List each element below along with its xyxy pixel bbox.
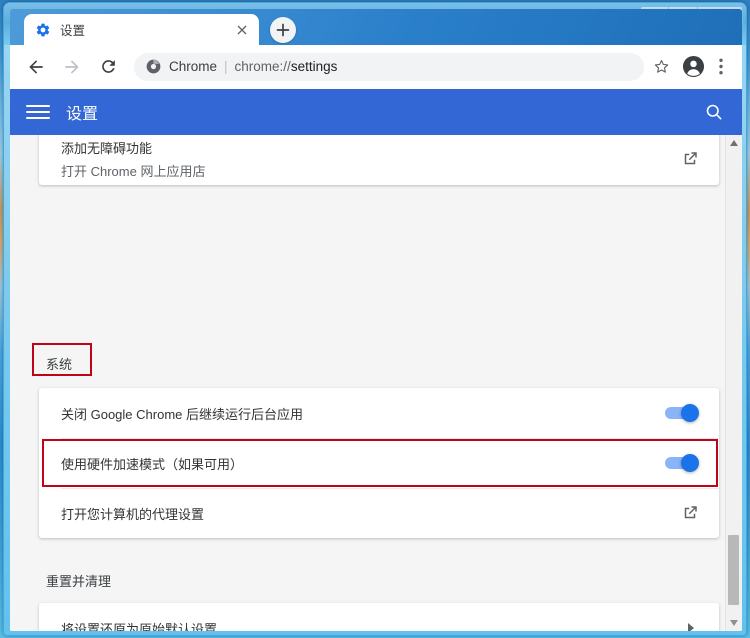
proxy-settings-label: 打开您计算机的代理设置 — [61, 506, 205, 522]
settings-content: 添加无障碍功能 打开 Chrome 网上应用店 系统 关闭 Google Chr… — [10, 135, 742, 631]
system-section-title: 系统 — [46, 357, 73, 372]
omnibox-separator: | — [224, 59, 228, 74]
vertical-scrollbar[interactable] — [725, 135, 742, 631]
background-apps-toggle[interactable] — [665, 404, 699, 422]
address-bar[interactable]: Chrome | chrome://settings — [134, 52, 644, 81]
new-tab-button[interactable] — [270, 17, 296, 43]
hardware-acceleration-row[interactable]: 使用硬件加速模式（如果可用） — [39, 438, 719, 488]
scrollbar-thumb[interactable] — [728, 535, 739, 605]
omnibox-url[interactable]: chrome://settings — [235, 59, 638, 74]
system-card: 关闭 Google Chrome 后继续运行后台应用 使用硬件加速模式（如果可用… — [39, 388, 719, 538]
restore-defaults-row[interactable]: 将设置还原为原始默认设置 — [39, 603, 719, 631]
close-icon[interactable] — [233, 21, 251, 39]
external-link-icon[interactable] — [681, 150, 699, 168]
accessibility-card: 添加无障碍功能 打开 Chrome 网上应用店 — [39, 135, 719, 185]
tab-strip: 设置 — [10, 9, 742, 45]
reset-card: 将设置还原为原始默认设置 清理计算机 — [39, 603, 719, 631]
hardware-acceleration-label: 使用硬件加速模式（如果可用） — [61, 456, 244, 472]
reset-section-title: 重置并清理 — [46, 574, 112, 589]
page-title: 设置 — [66, 106, 99, 123]
browser-toolbar: Chrome | chrome://settings — [10, 45, 742, 89]
gear-icon — [35, 22, 51, 38]
accessibility-row-sublabel: 打开 Chrome 网上应用店 — [61, 164, 206, 179]
external-link-icon[interactable] — [681, 504, 699, 522]
profile-avatar-icon[interactable] — [680, 54, 706, 80]
tab-title: 设置 — [60, 24, 86, 38]
background-apps-label: 关闭 Google Chrome 后继续运行后台应用 — [61, 406, 303, 422]
scroll-down-arrow-icon[interactable] — [726, 615, 741, 631]
forward-arrow-icon — [58, 53, 86, 81]
settings-header: 设置 — [10, 89, 742, 135]
search-icon[interactable] — [702, 100, 726, 124]
back-arrow-icon[interactable] — [22, 53, 50, 81]
scroll-up-arrow-icon[interactable] — [726, 135, 741, 151]
url-path: settings — [290, 59, 338, 74]
proxy-settings-row[interactable]: 打开您计算机的代理设置 — [39, 488, 719, 538]
reload-icon[interactable] — [94, 53, 122, 81]
restore-defaults-label: 将设置还原为原始默认设置 — [61, 621, 218, 632]
hardware-acceleration-toggle[interactable] — [665, 454, 699, 472]
three-dot-menu-icon[interactable] — [710, 54, 732, 80]
tab-settings[interactable]: 设置 — [24, 14, 259, 45]
chrome-logo-icon — [146, 59, 161, 74]
chevron-right-icon[interactable] — [683, 620, 699, 631]
accessibility-row-label: 添加无障碍功能 — [61, 141, 153, 156]
background-apps-row[interactable]: 关闭 Google Chrome 后继续运行后台应用 — [39, 388, 719, 438]
accessibility-row[interactable]: 添加无障碍功能 打开 Chrome 网上应用店 — [39, 135, 719, 185]
url-scheme: chrome:// — [234, 59, 291, 74]
bookmark-star-icon[interactable] — [650, 56, 672, 78]
chrome-browser: 设置 Chrome | chrome://settings 设置 添加无障碍功能… — [10, 9, 742, 631]
hamburger-menu-icon[interactable] — [26, 100, 50, 124]
browser-window: 设置 Chrome | chrome://settings 设置 添加无障碍功能… — [3, 2, 747, 636]
security-chip-label: Chrome — [169, 59, 218, 74]
